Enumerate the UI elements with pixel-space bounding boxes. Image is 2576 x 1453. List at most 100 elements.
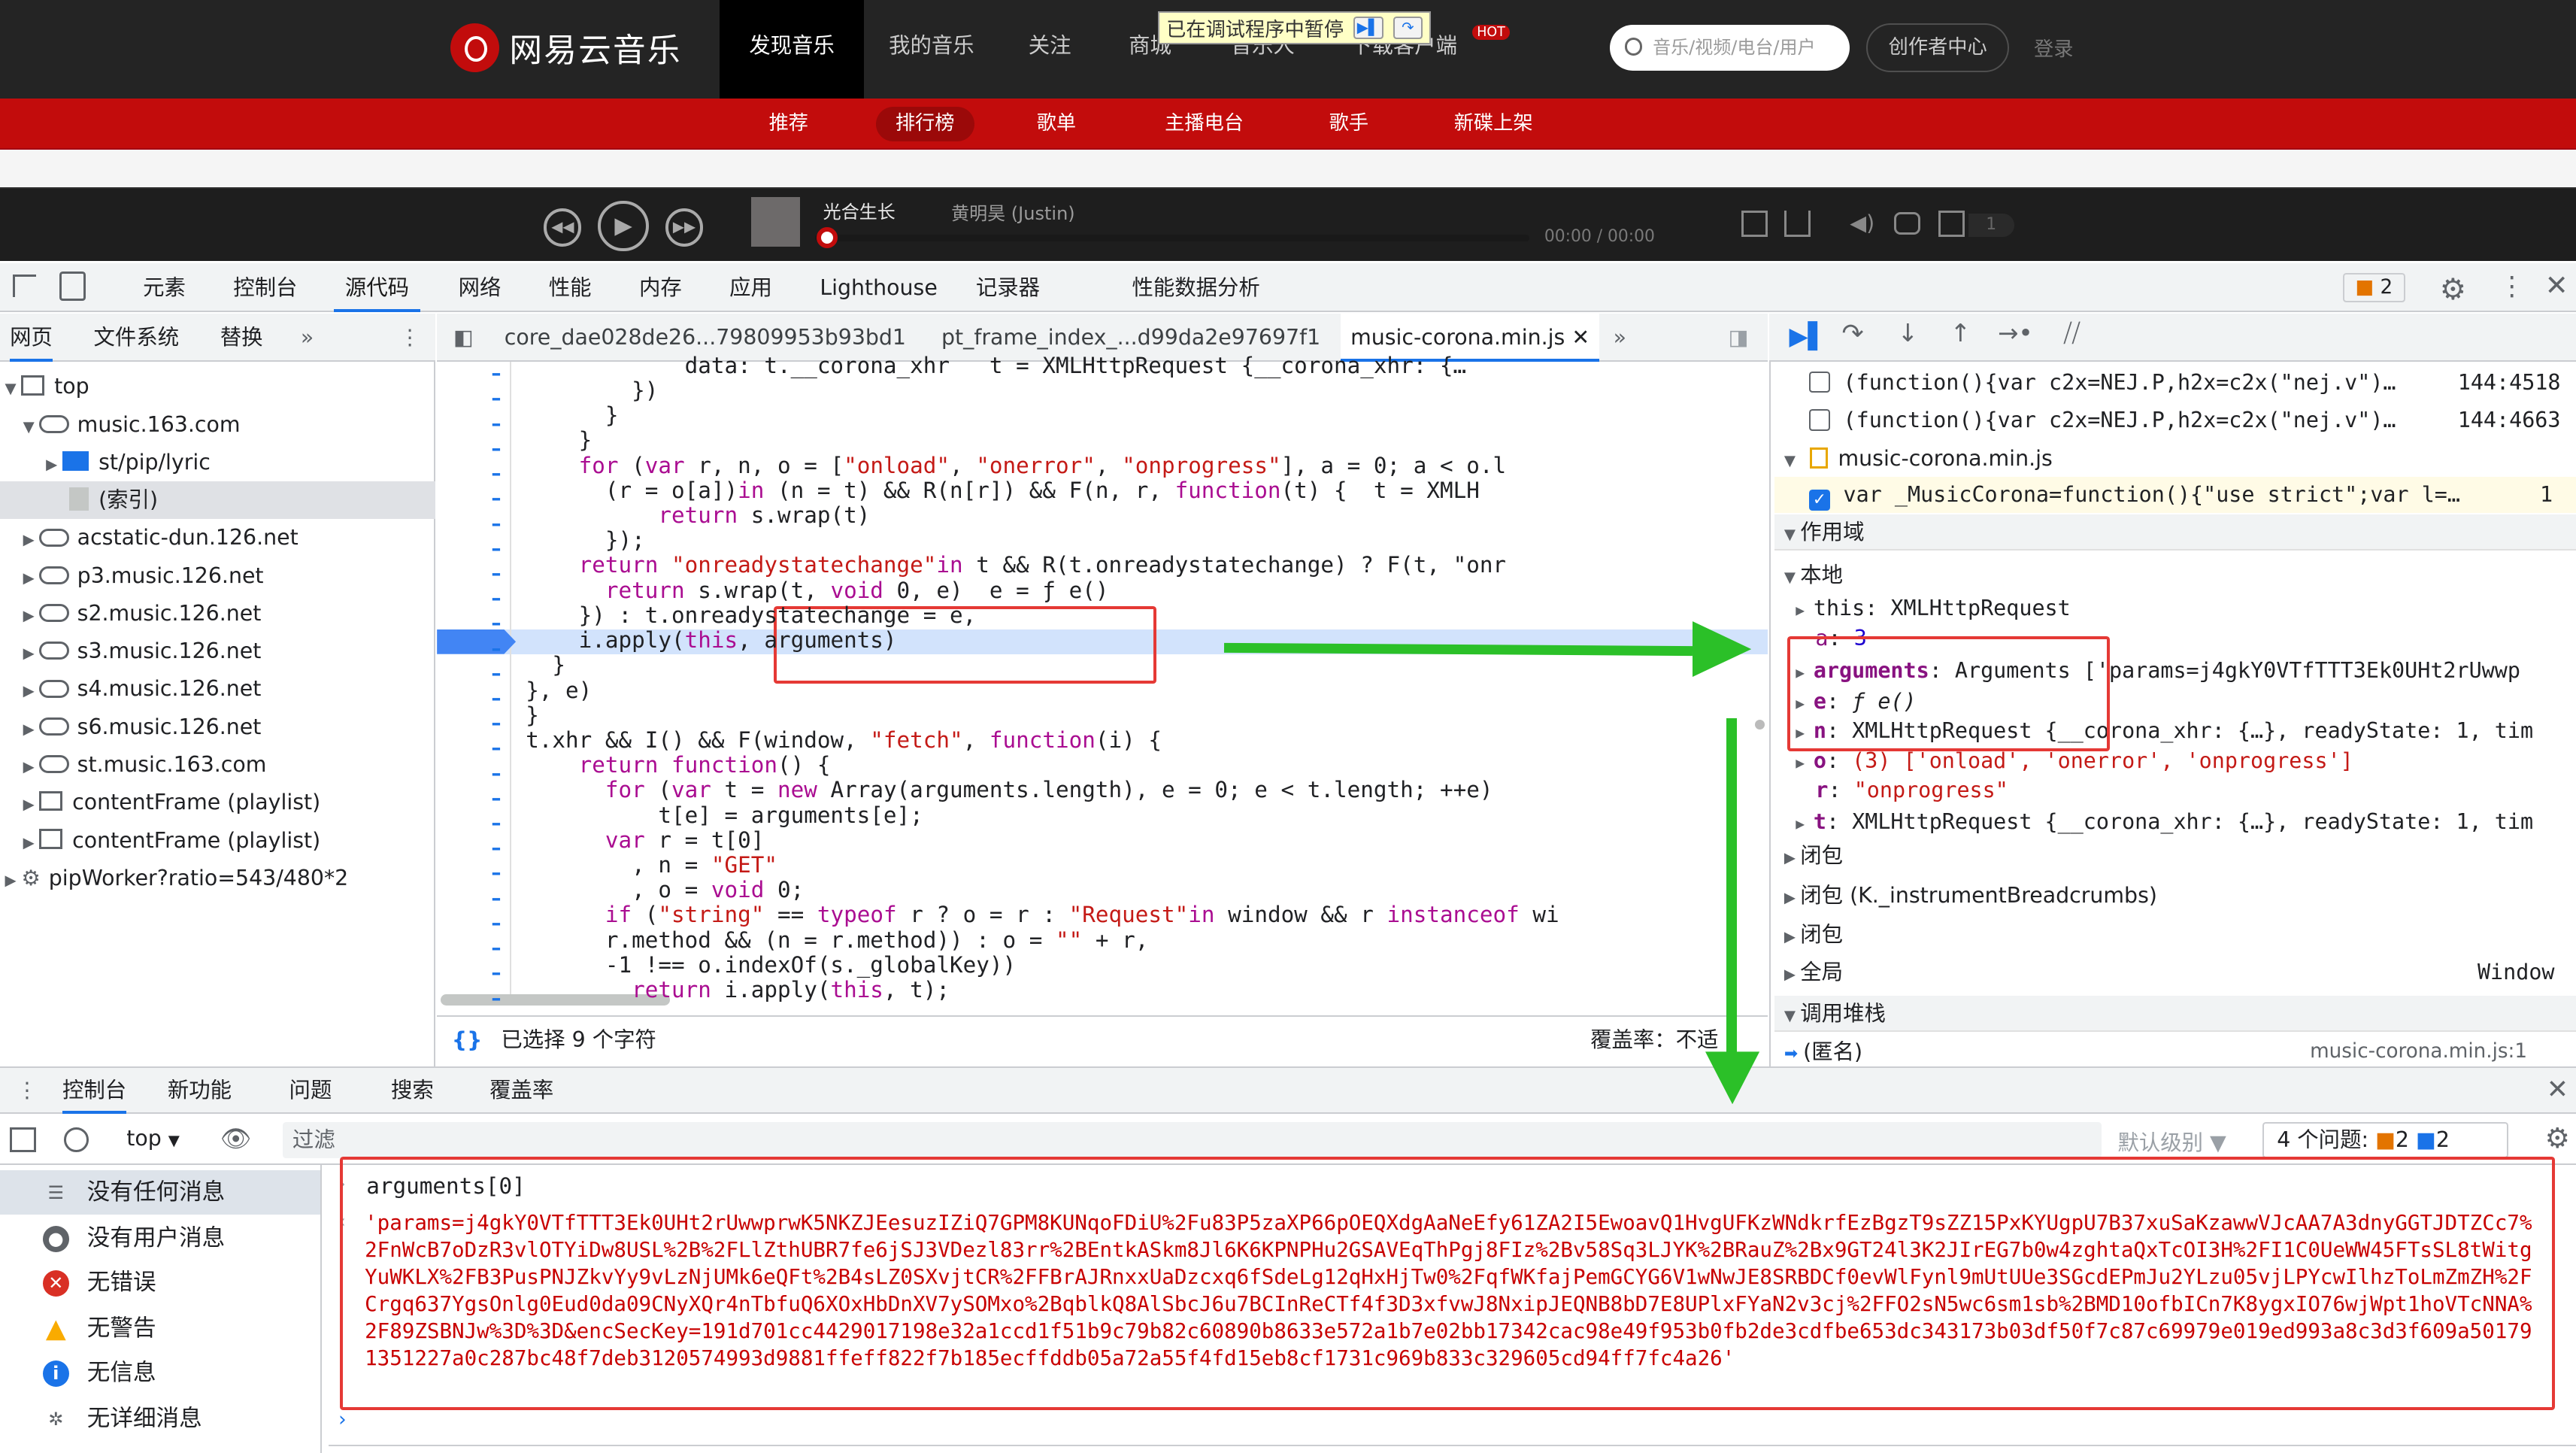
gutter-mark[interactable]: – <box>491 963 508 983</box>
prev-track-icon[interactable]: ◀◀ <box>544 208 582 247</box>
gutter-mark[interactable]: – <box>491 389 508 408</box>
code-line[interactable]: , n = "GET" <box>526 852 777 878</box>
next-track-icon[interactable]: ▶▶ <box>665 208 704 247</box>
gutter-mark[interactable]: – <box>491 614 508 633</box>
scope-var-this[interactable]: ▶ this: XMLHttpRequest <box>1774 592 2071 625</box>
breakpoint-checkbox-checked[interactable]: ✓ <box>1808 490 1831 511</box>
tree-item[interactable]: ▶ p3.music.126.net <box>0 557 264 595</box>
code-line[interactable]: } <box>526 428 592 453</box>
sidebar-info[interactable]: i 无信息 <box>0 1351 320 1395</box>
pretty-print-icon[interactable]: {} <box>452 1017 482 1063</box>
tree-item[interactable]: ▶ acstatic-dun.126.net <box>0 519 299 557</box>
editor-vscroll-dot[interactable] <box>1754 720 1765 730</box>
gutter-mark[interactable]: – <box>491 889 508 909</box>
tab-console[interactable]: 控制台 <box>233 263 297 313</box>
settings-gear-icon[interactable]: ⚙ <box>2440 273 2466 307</box>
tree-item-selected[interactable]: (索引) <box>0 481 436 520</box>
console-filter-input[interactable]: 过滤 <box>282 1122 2102 1159</box>
close-devtools-icon[interactable]: ✕ <box>2545 269 2568 302</box>
tree-item[interactable]: ▶ st/pip/lyric <box>0 444 211 481</box>
progress-track[interactable] <box>814 235 1530 242</box>
code-line[interactable]: } <box>526 402 619 428</box>
closure-scope[interactable]: ▶ 闭包 <box>1774 917 1843 953</box>
sidebar-errors[interactable]: ✕ 无错误 <box>0 1260 320 1305</box>
share-icon[interactable] <box>1784 210 1811 237</box>
issues-button[interactable]: 4 个问题: ■2 ■2 <box>2262 1122 2509 1159</box>
drawer-tab-console[interactable]: 控制台 <box>62 1066 127 1115</box>
navigator-tab-page[interactable]: 网页 <box>10 314 53 362</box>
tab-performance[interactable]: 性能 <box>549 263 592 313</box>
code-line[interactable]: } <box>526 702 539 728</box>
tab-recorder[interactable]: 记录器 <box>976 263 1040 313</box>
add-to-playlist-icon[interactable] <box>1741 210 1768 237</box>
scope-header[interactable]: ▼ 作用域 <box>1774 514 2576 551</box>
drawer-menu-icon[interactable]: ⋮ <box>17 1066 38 1114</box>
gutter-mark[interactable]: – <box>491 764 508 784</box>
step-out-icon[interactable]: ↑ <box>1950 319 1971 347</box>
close-tab-icon[interactable]: ✕ <box>1571 325 1590 350</box>
resume-icon[interactable]: ▶▌ <box>1353 16 1383 40</box>
tree-item[interactable]: ▶ s4.music.126.net <box>0 670 262 708</box>
code-line[interactable]: }); <box>526 527 645 553</box>
more-tabs-icon[interactable]: » <box>301 314 314 361</box>
toggle-navigator-icon[interactable]: ◧ <box>453 314 474 361</box>
gutter-mark[interactable]: – <box>491 414 508 434</box>
step-into-icon[interactable]: ↓ <box>1898 319 1918 347</box>
login-link[interactable]: 登录 <box>2034 33 2073 62</box>
step-over-next-icon[interactable]: ↷ <box>1841 319 1863 349</box>
toggle-debugger-icon[interactable]: ◨ <box>1729 314 1749 361</box>
gutter-mark[interactable]: – <box>491 364 508 384</box>
code-line[interactable]: for (var r, n, o = ["onload", "onerror",… <box>526 453 1506 478</box>
gutter-mark[interactable]: – <box>491 589 508 608</box>
gutter-mark[interactable]: – <box>491 439 508 459</box>
sidebar-all-messages[interactable]: ☰ 没有任何消息 <box>0 1169 321 1215</box>
callstack-location[interactable]: music-corona.min.js:1 <box>2310 1037 2527 1066</box>
tree-item[interactable]: ▶ st.music.163.com <box>0 746 267 784</box>
breakpoint-checkbox[interactable] <box>1808 372 1831 393</box>
subnav-djradio[interactable]: 主播电台 <box>1145 107 1263 141</box>
device-toolbar-icon[interactable] <box>59 271 86 301</box>
tree-item[interactable]: ▶ s2.music.126.net <box>0 595 262 632</box>
deactivate-breakpoints-icon[interactable]: ⧸⧸ <box>2063 319 2080 348</box>
gutter-mark[interactable]: – <box>491 863 508 883</box>
tree-item[interactable]: ▼ top <box>0 368 89 405</box>
code-line[interactable]: } <box>526 652 565 678</box>
code-line[interactable]: return s.wrap(t, void 0, e) e = ƒ e() <box>526 578 1109 603</box>
tab-memory[interactable]: 内存 <box>639 263 682 313</box>
scope-var-r[interactable]: r: "onprogress" <box>1774 774 2008 807</box>
play-icon[interactable]: ▶ <box>598 200 650 252</box>
tab-network[interactable]: 网络 <box>459 263 502 313</box>
closure-scope[interactable]: ▶ 闭包 <box>1774 838 1843 874</box>
inspect-element-icon[interactable] <box>13 274 37 298</box>
code-line[interactable]: r.method && (n = r.method)) : o = "" + r… <box>526 927 1148 953</box>
callstack-frame[interactable]: ➡ (匿名) <box>1774 1037 1862 1066</box>
tree-item[interactable]: ▶ ⚙ pipWorker?ratio=543/480*2 <box>0 860 349 897</box>
tab-lighthouse[interactable]: Lighthouse <box>820 263 937 313</box>
clear-console-icon[interactable] <box>64 1127 89 1152</box>
sidebar-user-messages[interactable]: ● 没有用户消息 <box>0 1216 320 1260</box>
gutter-mark[interactable]: – <box>491 489 508 508</box>
subnav-toplist[interactable]: 排行榜 <box>875 107 974 141</box>
code-line[interactable]: t.xhr && I() && F(window, "fetch", funct… <box>526 727 1162 753</box>
gutter-mark[interactable]: – <box>491 939 508 958</box>
scope-var-t[interactable]: ▶ t: XMLHttpRequest {__corona_xhr: {…}, … <box>1774 805 2576 839</box>
sidebar-verbose[interactable]: ✲ 无详细消息 <box>0 1397 320 1441</box>
tab-sources[interactable]: 源代码 <box>333 263 421 313</box>
playlist-count[interactable]: 1 <box>1968 214 2014 237</box>
code-line[interactable]: }) <box>526 378 658 403</box>
resume-script-icon[interactable]: ▶▌ <box>1789 322 1826 350</box>
live-expression-eye-icon[interactable]: 👁 <box>220 1124 252 1154</box>
tree-item[interactable]: ▶ s3.music.126.net <box>0 632 262 670</box>
local-scope[interactable]: ▼ 本地 <box>1774 557 1843 593</box>
nav-discover[interactable]: 发现音乐 <box>720 0 865 99</box>
code-line[interactable]: t[e] = arguments[e]; <box>526 802 923 828</box>
code-line[interactable]: return function() { <box>526 752 831 778</box>
tab-elements[interactable]: 元素 <box>143 263 186 313</box>
context-selector[interactable]: top ▼ <box>126 1126 180 1151</box>
gutter-mark[interactable]: – <box>491 514 508 533</box>
tree-item[interactable]: ▶ contentFrame (playlist) <box>0 784 321 821</box>
tree-item[interactable]: ▶ contentFrame (playlist) <box>0 822 321 860</box>
gutter-mark[interactable]: – <box>491 789 508 808</box>
code-line[interactable]: return i.apply(this, t); <box>526 977 950 1003</box>
progress-knob[interactable] <box>816 226 838 248</box>
